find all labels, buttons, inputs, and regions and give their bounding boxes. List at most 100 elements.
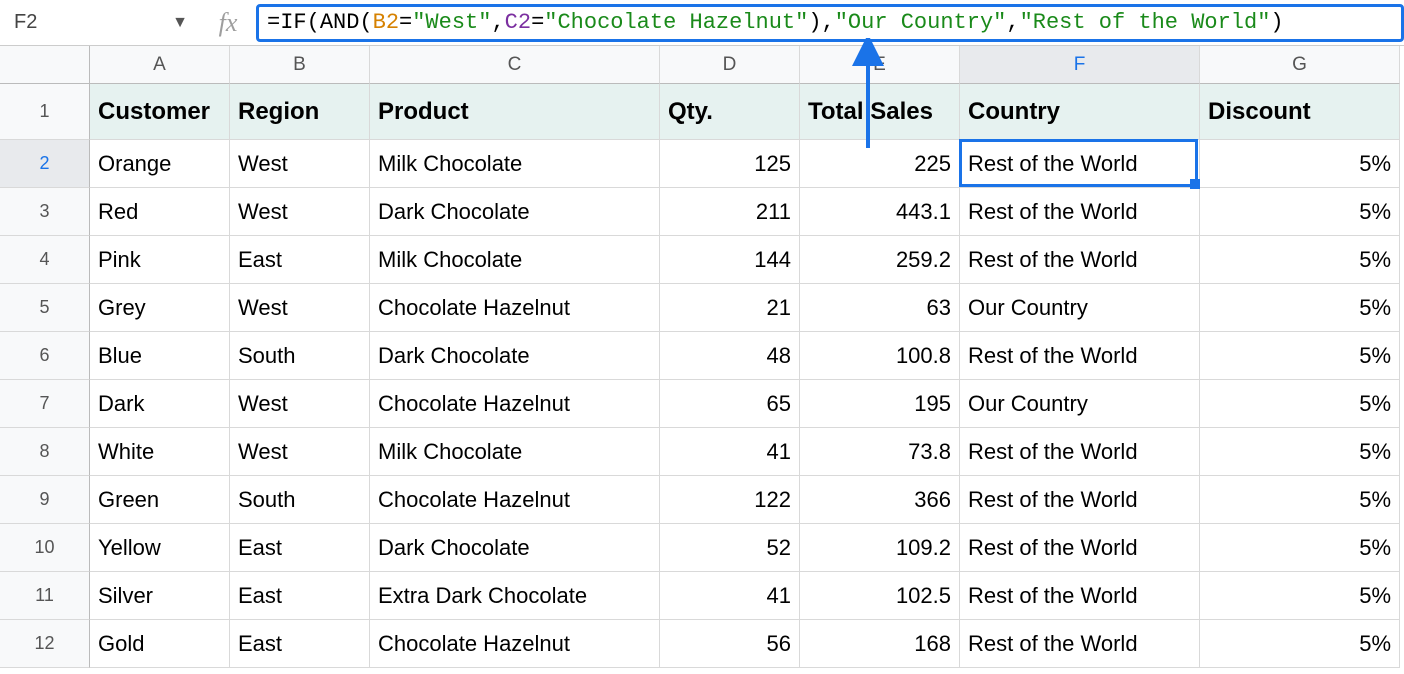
formula-input[interactable]: =IF(AND(B2="West",C2="Chocolate Hazelnut… [256, 4, 1404, 42]
cell-E12[interactable]: 168 [800, 620, 960, 668]
cell-E4[interactable]: 259.2 [800, 236, 960, 284]
col-header-B[interactable]: B [230, 46, 370, 84]
cell-C8[interactable]: Milk Chocolate [370, 428, 660, 476]
col-header-G[interactable]: G [1200, 46, 1400, 84]
cell-D8[interactable]: 41 [660, 428, 800, 476]
header-cell-A[interactable]: Customer [90, 84, 230, 140]
sheet-grid[interactable]: ABCDEFG1CustomerRegionProductQty.Total S… [0, 46, 1404, 668]
cell-A10[interactable]: Yellow [90, 524, 230, 572]
cell-A7[interactable]: Dark [90, 380, 230, 428]
cell-E2[interactable]: 225 [800, 140, 960, 188]
col-header-E[interactable]: E [800, 46, 960, 84]
cell-B5[interactable]: West [230, 284, 370, 332]
cell-E3[interactable]: 443.1 [800, 188, 960, 236]
cell-C6[interactable]: Dark Chocolate [370, 332, 660, 380]
row-header-7[interactable]: 7 [0, 380, 90, 428]
cell-A3[interactable]: Red [90, 188, 230, 236]
cell-G12[interactable]: 5% [1200, 620, 1400, 668]
cell-B12[interactable]: East [230, 620, 370, 668]
cell-C9[interactable]: Chocolate Hazelnut [370, 476, 660, 524]
row-header-5[interactable]: 5 [0, 284, 90, 332]
header-cell-F[interactable]: Country [960, 84, 1200, 140]
cell-C10[interactable]: Dark Chocolate [370, 524, 660, 572]
cell-G7[interactable]: 5% [1200, 380, 1400, 428]
col-header-C[interactable]: C [370, 46, 660, 84]
row-header-9[interactable]: 9 [0, 476, 90, 524]
header-cell-G[interactable]: Discount [1200, 84, 1400, 140]
cell-E5[interactable]: 63 [800, 284, 960, 332]
cell-G5[interactable]: 5% [1200, 284, 1400, 332]
cell-G2[interactable]: 5% [1200, 140, 1400, 188]
row-header-4[interactable]: 4 [0, 236, 90, 284]
cell-B8[interactable]: West [230, 428, 370, 476]
cell-E11[interactable]: 102.5 [800, 572, 960, 620]
row-header-11[interactable]: 11 [0, 572, 90, 620]
cell-C2[interactable]: Milk Chocolate [370, 140, 660, 188]
cell-F8[interactable]: Rest of the World [960, 428, 1200, 476]
select-all-corner[interactable] [0, 46, 90, 84]
cell-B9[interactable]: South [230, 476, 370, 524]
cell-C7[interactable]: Chocolate Hazelnut [370, 380, 660, 428]
cell-A12[interactable]: Gold [90, 620, 230, 668]
cell-F11[interactable]: Rest of the World [960, 572, 1200, 620]
cell-F4[interactable]: Rest of the World [960, 236, 1200, 284]
row-header-3[interactable]: 3 [0, 188, 90, 236]
cell-D9[interactable]: 122 [660, 476, 800, 524]
cell-G4[interactable]: 5% [1200, 236, 1400, 284]
cell-G3[interactable]: 5% [1200, 188, 1400, 236]
fx-icon[interactable]: fx [200, 8, 256, 38]
cell-D3[interactable]: 211 [660, 188, 800, 236]
cell-A9[interactable]: Green [90, 476, 230, 524]
col-header-D[interactable]: D [660, 46, 800, 84]
row-header-1[interactable]: 1 [0, 84, 90, 140]
cell-A11[interactable]: Silver [90, 572, 230, 620]
cell-F3[interactable]: Rest of the World [960, 188, 1200, 236]
cell-B10[interactable]: East [230, 524, 370, 572]
cell-C4[interactable]: Milk Chocolate [370, 236, 660, 284]
cell-C5[interactable]: Chocolate Hazelnut [370, 284, 660, 332]
header-cell-D[interactable]: Qty. [660, 84, 800, 140]
cell-D12[interactable]: 56 [660, 620, 800, 668]
name-box[interactable]: F2 [0, 0, 160, 45]
cell-G11[interactable]: 5% [1200, 572, 1400, 620]
cell-B11[interactable]: East [230, 572, 370, 620]
row-header-12[interactable]: 12 [0, 620, 90, 668]
cell-F2[interactable]: Rest of the World [960, 140, 1200, 188]
cell-A8[interactable]: White [90, 428, 230, 476]
cell-A5[interactable]: Grey [90, 284, 230, 332]
row-header-6[interactable]: 6 [0, 332, 90, 380]
cell-D10[interactable]: 52 [660, 524, 800, 572]
cell-E6[interactable]: 100.8 [800, 332, 960, 380]
name-box-dropdown[interactable]: ▼ [160, 14, 200, 32]
cell-E9[interactable]: 366 [800, 476, 960, 524]
cell-B2[interactable]: West [230, 140, 370, 188]
col-header-A[interactable]: A [90, 46, 230, 84]
cell-B3[interactable]: West [230, 188, 370, 236]
cell-A6[interactable]: Blue [90, 332, 230, 380]
cell-F5[interactable]: Our Country [960, 284, 1200, 332]
row-header-8[interactable]: 8 [0, 428, 90, 476]
cell-B7[interactable]: West [230, 380, 370, 428]
cell-D2[interactable]: 125 [660, 140, 800, 188]
cell-D11[interactable]: 41 [660, 572, 800, 620]
cell-C12[interactable]: Chocolate Hazelnut [370, 620, 660, 668]
cell-D7[interactable]: 65 [660, 380, 800, 428]
cell-C3[interactable]: Dark Chocolate [370, 188, 660, 236]
cell-G10[interactable]: 5% [1200, 524, 1400, 572]
cell-E10[interactable]: 109.2 [800, 524, 960, 572]
cell-F12[interactable]: Rest of the World [960, 620, 1200, 668]
cell-D4[interactable]: 144 [660, 236, 800, 284]
col-header-F[interactable]: F [960, 46, 1200, 84]
cell-F10[interactable]: Rest of the World [960, 524, 1200, 572]
cell-F9[interactable]: Rest of the World [960, 476, 1200, 524]
cell-F6[interactable]: Rest of the World [960, 332, 1200, 380]
cell-D6[interactable]: 48 [660, 332, 800, 380]
cell-B4[interactable]: East [230, 236, 370, 284]
cell-E7[interactable]: 195 [800, 380, 960, 428]
header-cell-E[interactable]: Total Sales [800, 84, 960, 140]
cell-G9[interactable]: 5% [1200, 476, 1400, 524]
cell-G8[interactable]: 5% [1200, 428, 1400, 476]
cell-F7[interactable]: Our Country [960, 380, 1200, 428]
cell-D5[interactable]: 21 [660, 284, 800, 332]
cell-G6[interactable]: 5% [1200, 332, 1400, 380]
